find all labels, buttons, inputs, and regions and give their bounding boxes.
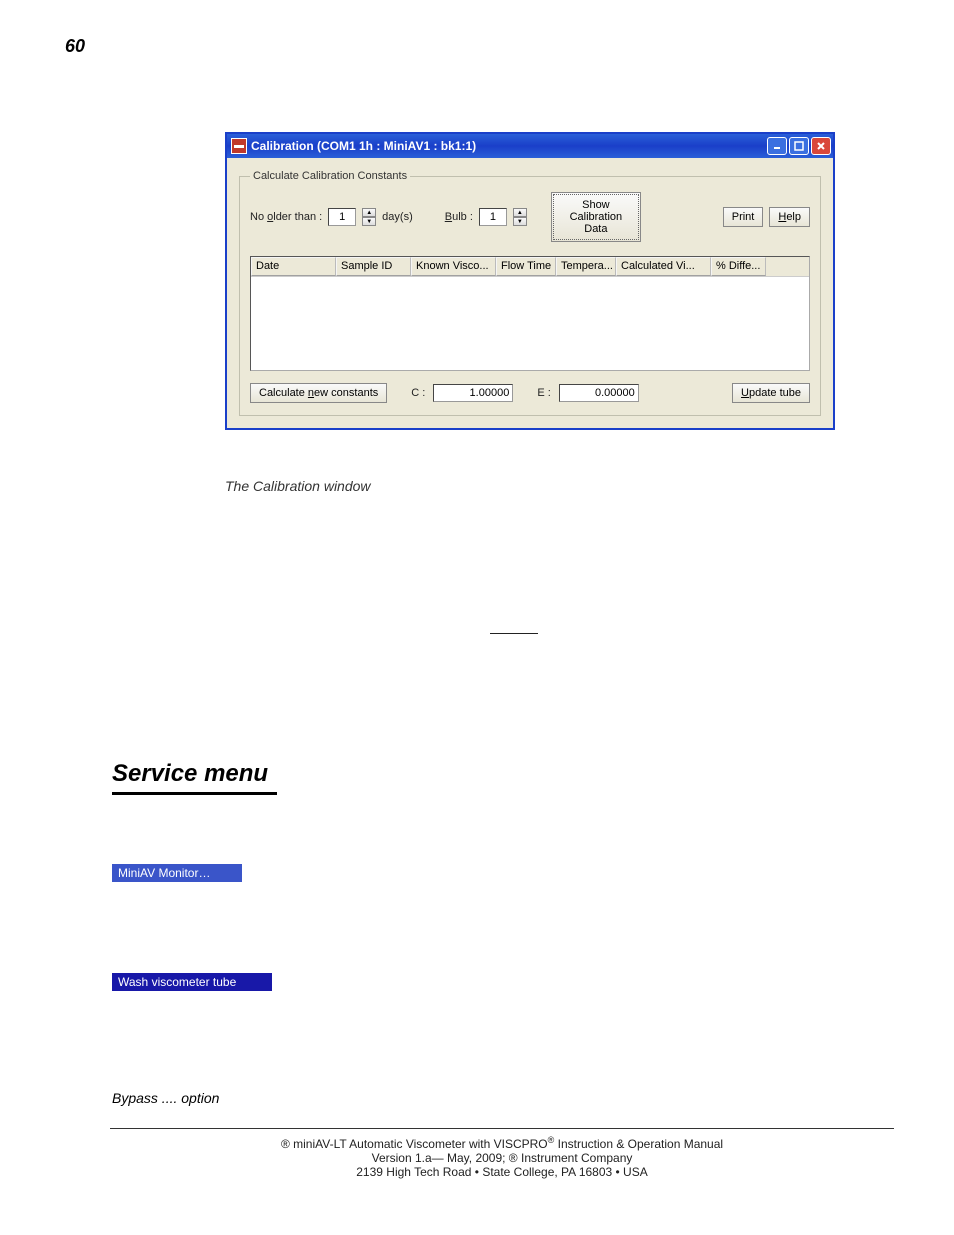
no-older-input[interactable] (328, 208, 356, 226)
c-label: C : (411, 387, 425, 399)
days-label: day(s) (382, 211, 413, 223)
show-calibration-data-button[interactable]: Show Calibration Data (551, 192, 641, 242)
title-bar: Calibration (COM1 1h : MiniAV1 : bk1:1) (227, 134, 833, 158)
page-footer: ® miniAV-LT Automatic Viscometer with VI… (110, 1128, 894, 1179)
e-value-input[interactable] (559, 384, 639, 402)
print-button[interactable]: Print (723, 207, 764, 227)
no-older-spinner[interactable]: ▲ ▼ (362, 208, 376, 226)
close-button[interactable] (811, 137, 831, 155)
bulb-spinner[interactable]: ▲ ▼ (513, 208, 527, 226)
footer-line-3: 2139 High Tech Road • State College, PA … (110, 1165, 894, 1179)
bulb-input[interactable] (479, 208, 507, 226)
update-tube-button[interactable]: Update tube (732, 383, 810, 403)
section-heading: Service menu (112, 760, 277, 795)
page-number: 60 (65, 36, 85, 57)
menu-item-miniav-monitor[interactable]: MiniAV Monitor… (112, 864, 242, 882)
column-header[interactable]: Known Visco... (411, 257, 496, 276)
section-title-text: Service menu (112, 760, 277, 788)
table-header-row: DateSample IDKnown Visco...Flow TimeTemp… (251, 257, 809, 277)
calibration-dialog: Calibration (COM1 1h : MiniAV1 : bk1:1) … (225, 132, 835, 430)
divider-short (490, 633, 538, 634)
column-header[interactable]: % Diffe... (711, 257, 766, 276)
no-older-label: No older than : (250, 211, 322, 223)
figure-caption: The Calibration window (225, 478, 371, 494)
column-header[interactable]: Calculated Vi... (616, 257, 711, 276)
e-label: E : (537, 387, 550, 399)
footer-line-1: ® miniAV-LT Automatic Viscometer with VI… (110, 1135, 894, 1151)
spin-up-icon[interactable]: ▲ (513, 208, 527, 217)
footer-line-2: Version 1.a— May, 2009; ® Instrument Com… (110, 1151, 894, 1165)
window-title: Calibration (COM1 1h : MiniAV1 : bk1:1) (251, 139, 476, 153)
menu-item-wash-viscometer[interactable]: Wash viscometer tube (112, 973, 272, 991)
minimize-button[interactable] (767, 137, 787, 155)
column-header[interactable]: Date (251, 257, 336, 276)
app-icon (231, 138, 247, 154)
spin-up-icon[interactable]: ▲ (362, 208, 376, 217)
spin-down-icon[interactable]: ▼ (513, 217, 527, 226)
column-header[interactable]: Tempera... (556, 257, 616, 276)
spin-down-icon[interactable]: ▼ (362, 217, 376, 226)
calculate-new-constants-button[interactable]: Calculate new constants (250, 383, 387, 403)
c-value-input[interactable] (433, 384, 513, 402)
bypass-option-label: Bypass .... option (112, 1090, 219, 1106)
data-table[interactable]: DateSample IDKnown Visco...Flow TimeTemp… (250, 256, 810, 371)
column-header[interactable]: Sample ID (336, 257, 411, 276)
column-header[interactable]: Flow Time (496, 257, 556, 276)
calc-constants-group: Calculate Calibration Constants No older… (239, 170, 821, 416)
help-button[interactable]: Help (769, 207, 810, 227)
maximize-button[interactable] (789, 137, 809, 155)
group-legend: Calculate Calibration Constants (250, 170, 410, 182)
bulb-label: Bulb : (445, 211, 473, 223)
